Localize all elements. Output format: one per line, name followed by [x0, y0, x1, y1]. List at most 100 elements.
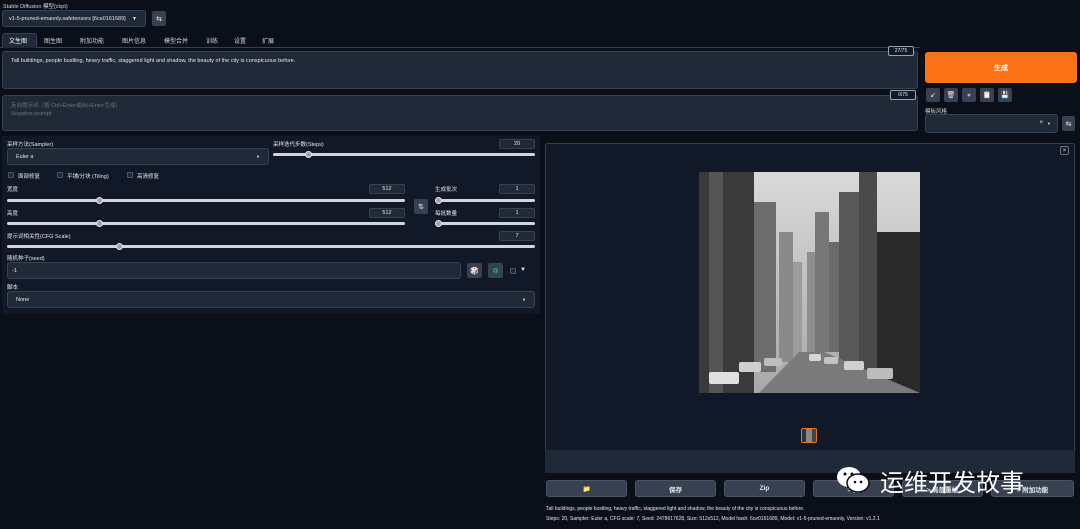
- cfg-slider[interactable]: [7, 245, 535, 248]
- restore-faces-label: 面部修复: [18, 174, 41, 180]
- tab-extensions[interactable]: 扩展: [262, 36, 274, 45]
- model-label: Stable Diffusion 模型(ckpt): [3, 4, 68, 10]
- save-icon: 💾: [1000, 92, 1010, 99]
- save-style-button[interactable]: 💾: [998, 88, 1012, 102]
- refresh-icon: ⇆: [1065, 120, 1072, 128]
- negative-prompt-placeholder-cn: 反向提示词（按 Ctrl+Enter或Alt+Enter生成）: [11, 103, 121, 109]
- sampler-select[interactable]: Euler a ▼: [7, 148, 269, 165]
- negative-prompt-placeholder-en: Negative prompt: [11, 111, 52, 117]
- swap-icon: ⇅: [418, 203, 424, 211]
- extra-networks-icon: ●: [966, 91, 972, 99]
- clear-style-icon[interactable]: ×: [1039, 120, 1043, 126]
- tab-settings[interactable]: 设置: [234, 36, 246, 45]
- batch-count-label: 生成批次: [435, 187, 458, 193]
- prompt-token-counter: 27/75: [888, 46, 914, 56]
- zip-button[interactable]: Zip: [724, 480, 805, 497]
- width-input[interactable]: 512: [369, 184, 405, 194]
- chevron-down-icon: ▼: [522, 297, 526, 302]
- height-label: 高度: [7, 211, 19, 217]
- tab-img2img[interactable]: 图生图: [44, 36, 62, 45]
- random-seed-button[interactable]: 🎲: [467, 263, 482, 278]
- script-value: None: [16, 297, 30, 303]
- style-select[interactable]: × ▼: [925, 114, 1058, 133]
- close-gallery-button[interactable]: ×: [1060, 146, 1069, 155]
- chevron-down-icon: ▼: [132, 15, 137, 22]
- watermark-text: 运维开发故事: [880, 468, 1024, 497]
- recycle-icon: ♻: [492, 267, 499, 275]
- seed-label: 随机种子(seed): [7, 256, 45, 262]
- thumbnail-image: [802, 429, 816, 442]
- clipboard-icon: 📋: [982, 92, 992, 99]
- tab-train[interactable]: 训练: [206, 36, 218, 45]
- refresh-model-button[interactable]: ⇆: [152, 11, 166, 26]
- arrow-icon: ↙: [930, 92, 936, 99]
- tiling-label: 平铺/分块 (Tiling): [67, 174, 109, 180]
- hires-fix-label: 高清修复: [137, 174, 160, 180]
- tab-png-info[interactable]: 图片信息: [122, 36, 146, 45]
- generated-image[interactable]: [699, 172, 920, 393]
- gallery-thumbnail[interactable]: [801, 428, 817, 443]
- apply-style-button[interactable]: 📋: [980, 88, 994, 102]
- cfg-input[interactable]: 7: [499, 231, 535, 241]
- prompt-text: Tall buildings, people bustling, heavy t…: [11, 58, 296, 64]
- script-label: 脚本: [7, 285, 19, 291]
- batch-count-input[interactable]: 1: [499, 184, 535, 194]
- cfg-slider-thumb[interactable]: [116, 243, 123, 250]
- dice-icon: 🎲: [470, 267, 479, 275]
- steps-slider-thumb[interactable]: [305, 151, 312, 158]
- height-slider-thumb[interactable]: [96, 220, 103, 227]
- generation-info-params: Steps: 20, Sampler: Euler a, CFG scale: …: [546, 516, 880, 522]
- generation-info-prompt: Tall buildings, people bustling, heavy t…: [546, 506, 805, 512]
- reuse-seed-button[interactable]: ♻: [488, 263, 503, 278]
- width-slider[interactable]: [7, 199, 405, 202]
- open-folder-button[interactable]: 📁: [546, 480, 627, 497]
- read-params-button[interactable]: ↙: [926, 88, 940, 102]
- tab-extras[interactable]: 附加功能: [80, 36, 104, 45]
- clear-prompt-button[interactable]: 🗑: [944, 88, 958, 102]
- negative-prompt-textarea[interactable]: 反向提示词（按 Ctrl+Enter或Alt+Enter生成） Negative…: [2, 95, 918, 131]
- refresh-styles-button[interactable]: ⇆: [1062, 116, 1075, 131]
- height-input[interactable]: 512: [369, 208, 405, 218]
- tab-bar-line: [0, 47, 920, 48]
- swap-dimensions-button[interactable]: ⇅: [414, 199, 428, 214]
- generate-label: 生成: [994, 64, 1008, 72]
- batch-count-slider-thumb[interactable]: [435, 197, 442, 204]
- chevron-down-icon: ▼: [256, 154, 260, 159]
- width-slider-thumb[interactable]: [96, 197, 103, 204]
- model-select[interactable]: v1-5-pruned-emaonly.safetensors [6ce0161…: [2, 10, 146, 27]
- generate-button[interactable]: 生成: [925, 52, 1077, 83]
- cfg-label: 提示词相关性(CFG Scale): [7, 234, 71, 240]
- restore-faces-checkbox[interactable]: [8, 172, 14, 178]
- caret-down-icon[interactable]: ▼: [520, 267, 526, 273]
- prompt-textarea[interactable]: Tall buildings, people bustling, heavy t…: [2, 51, 918, 89]
- hires-fix-checkbox[interactable]: [127, 172, 133, 178]
- show-extra-networks-button[interactable]: ●: [962, 88, 976, 102]
- seed-input[interactable]: -1: [7, 262, 461, 279]
- tab-checkpoint-merger[interactable]: 模型合并: [164, 36, 188, 45]
- chevron-down-icon: ▼: [1047, 121, 1051, 126]
- trash-icon: 🗑: [946, 92, 956, 99]
- script-select[interactable]: None ▼: [7, 291, 535, 308]
- batch-size-slider-thumb[interactable]: [435, 220, 442, 227]
- tab-txt2img[interactable]: 文生图: [9, 36, 27, 45]
- batch-size-slider[interactable]: [435, 222, 535, 225]
- steps-input[interactable]: 20: [499, 139, 535, 149]
- sampler-label: 采样方法(Sampler): [7, 142, 54, 148]
- save-image-button[interactable]: 保存: [635, 480, 716, 497]
- negative-token-counter: 0/75: [890, 90, 916, 100]
- model-select-value: v1-5-pruned-emaonly.safetensors [6ce0161…: [9, 15, 126, 22]
- tiling-checkbox[interactable]: [57, 172, 63, 178]
- save-image-label: 保存: [669, 486, 682, 494]
- batch-count-slider[interactable]: [435, 199, 535, 202]
- steps-label: 采样迭代步数(Steps): [273, 142, 324, 148]
- sampler-value: Euler a: [16, 154, 34, 160]
- steps-slider[interactable]: [273, 153, 535, 156]
- batch-size-label: 每批数量: [435, 211, 458, 217]
- width-label: 宽度: [7, 187, 19, 193]
- extra-seed-checkbox[interactable]: [510, 268, 516, 274]
- zip-label: Zip: [759, 485, 770, 492]
- height-slider[interactable]: [7, 222, 405, 225]
- seed-value: -1: [12, 268, 17, 274]
- wechat-icon: [837, 467, 870, 493]
- batch-size-input[interactable]: 1: [499, 208, 535, 218]
